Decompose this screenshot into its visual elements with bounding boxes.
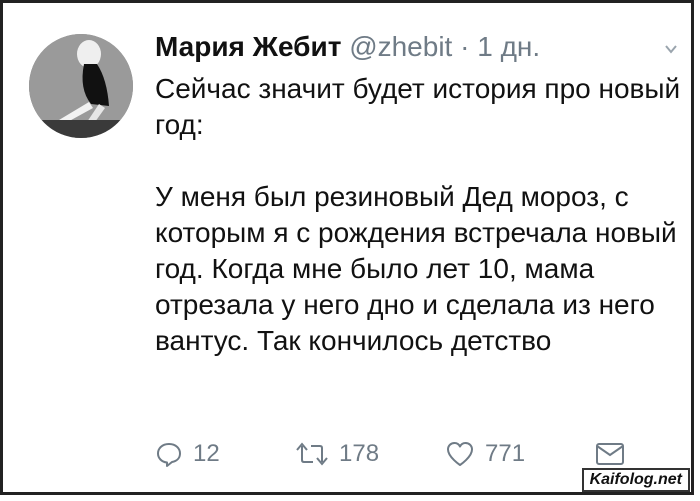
author-handle[interactable]: @zhebit [349, 31, 452, 62]
retweet-icon [296, 442, 328, 466]
tweet-text: Сейчас значит будет история про новый го… [155, 71, 685, 359]
tweet-header: Мария Жебит @zhebit · 1 дн. [155, 31, 540, 63]
avatar[interactable] [29, 34, 133, 138]
heart-icon [447, 442, 473, 466]
chevron-down-icon[interactable] [663, 41, 679, 57]
retweet-count: 178 [339, 440, 380, 467]
tweet-paragraph: Сейчас значит будет история про новый го… [155, 73, 681, 140]
tweet-paragraph: У меня был резиновый Дед мороз, с которы… [155, 181, 677, 356]
like-button[interactable]: 771 [445, 440, 595, 468]
direct-message-button[interactable] [595, 441, 625, 467]
watermark: Kaifolog.net [581, 468, 690, 492]
separator: · [460, 31, 470, 62]
envelope-icon [596, 443, 624, 465]
retweet-button[interactable]: 178 [295, 440, 445, 468]
like-count: 771 [485, 440, 526, 467]
tweet-actions: 12 178 771 [155, 437, 625, 471]
tweet-card: Мария Жебит @zhebit · 1 дн. Сейчас значи… [0, 0, 694, 495]
author-name[interactable]: Мария Жебит [155, 31, 341, 62]
avatar-photo [29, 34, 133, 138]
timestamp[interactable]: 1 дн. [477, 31, 540, 62]
reply-icon [157, 443, 181, 467]
reply-count: 12 [193, 440, 220, 467]
reply-button[interactable]: 12 [155, 440, 295, 468]
